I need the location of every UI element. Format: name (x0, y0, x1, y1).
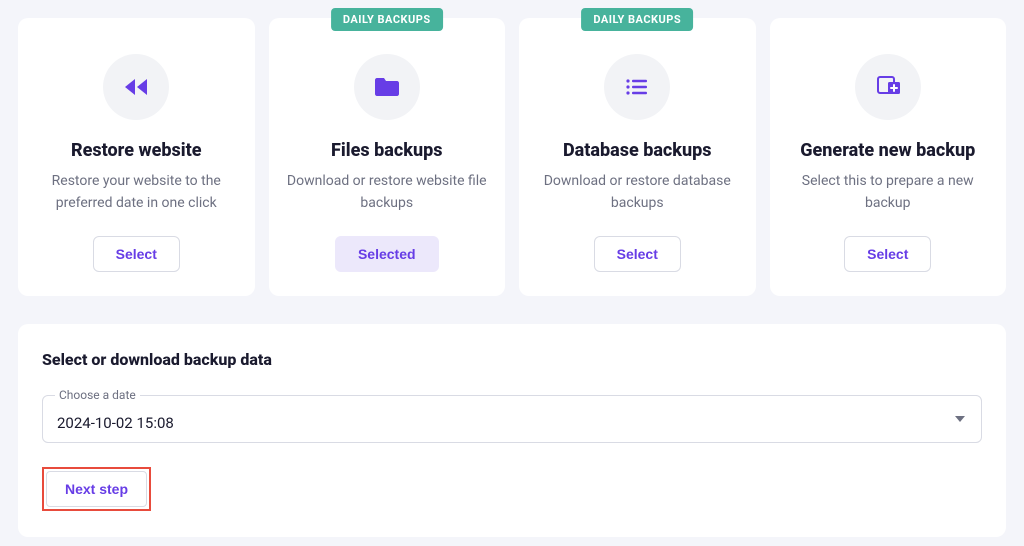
card-database-backups: DAILY BACKUPS Database backups Download … (519, 18, 756, 296)
date-picker-label: Choose a date (55, 388, 140, 402)
add-backup-icon (855, 54, 921, 120)
select-button[interactable]: Select (594, 236, 681, 272)
chevron-down-icon (955, 416, 965, 422)
selected-button[interactable]: Selected (335, 236, 439, 272)
select-button[interactable]: Select (844, 236, 931, 272)
card-desc: Download or restore website file backups (287, 171, 488, 214)
rewind-icon (103, 54, 169, 120)
panel-title: Select or download backup data (42, 350, 982, 369)
select-backup-panel: Select or download backup data Choose a … (18, 324, 1006, 537)
list-icon (604, 54, 670, 120)
card-desc: Restore your website to the preferred da… (36, 171, 237, 214)
card-desc: Select this to prepare a new backup (788, 171, 989, 214)
next-step-highlight: Next step (42, 467, 151, 511)
card-title: Database backups (563, 140, 712, 161)
daily-backups-badge: DAILY BACKUPS (581, 8, 693, 31)
card-generate-new-backup: Generate new backup Select this to prepa… (770, 18, 1007, 296)
date-picker-value: 2024-10-02 15:08 (57, 414, 967, 432)
card-title: Restore website (71, 140, 202, 161)
folder-icon (354, 54, 420, 120)
date-picker[interactable]: Choose a date 2024-10-02 15:08 (42, 395, 982, 443)
card-restore-website: Restore website Restore your website to … (18, 18, 255, 296)
backup-options-row: Restore website Restore your website to … (18, 18, 1006, 296)
card-files-backups: DAILY BACKUPS Files backups Download or … (269, 18, 506, 296)
select-button[interactable]: Select (93, 236, 180, 272)
card-title: Files backups (331, 140, 442, 161)
card-title: Generate new backup (800, 140, 975, 161)
next-step-button[interactable]: Next step (46, 471, 147, 507)
daily-backups-badge: DAILY BACKUPS (331, 8, 443, 31)
card-desc: Download or restore database backups (537, 171, 738, 214)
